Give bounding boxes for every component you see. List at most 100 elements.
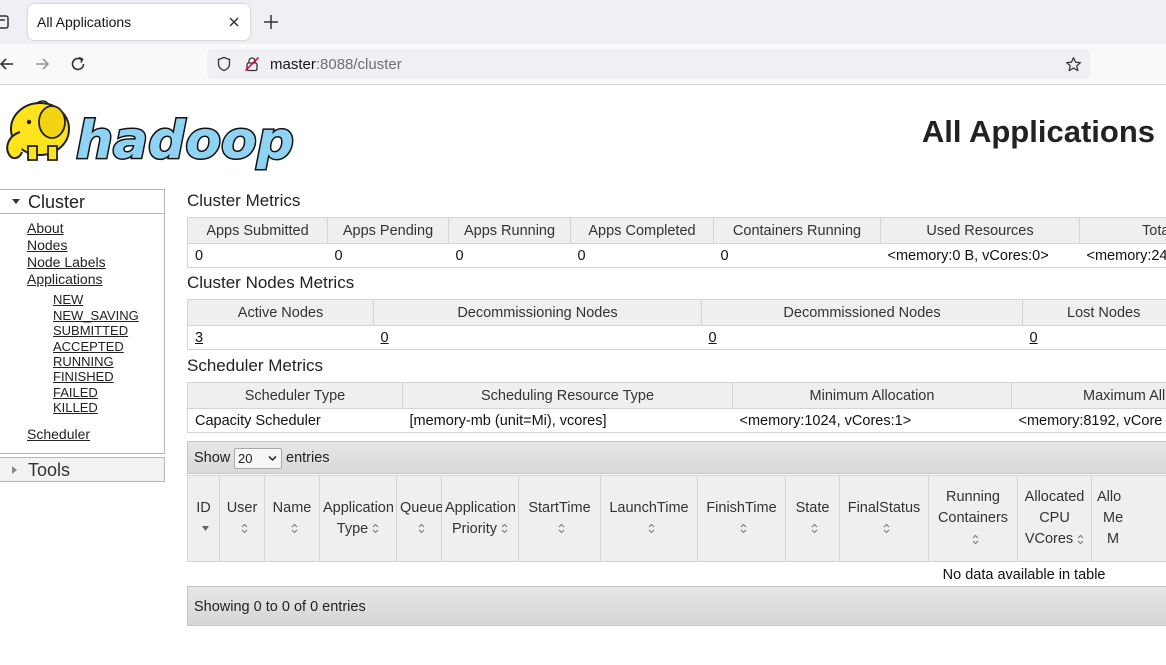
col-start-time[interactable]: StartTime: [518, 475, 601, 562]
col-name[interactable]: Name: [264, 475, 320, 562]
col-lost-nodes[interactable]: Lost Nodes: [1022, 299, 1166, 326]
browser-tab-active[interactable]: All Applications: [28, 4, 250, 40]
apps-table-toolbar: Show 20 entries: [187, 441, 1166, 474]
insecure-lock-icon[interactable]: [244, 56, 260, 72]
url-text[interactable]: master:8088/cluster: [270, 56, 402, 73]
table-header-row: Scheduler Type Scheduling Resource Type …: [187, 382, 1166, 409]
bookmark-star-icon[interactable]: [1065, 56, 1082, 73]
back-arrow-icon[interactable]: [0, 55, 16, 73]
sort-icon: [1077, 534, 1084, 544]
col-queue-label: Queue: [400, 499, 444, 516]
decommissioned-nodes-link[interactable]: 0: [709, 330, 717, 346]
decommissioning-nodes-link[interactable]: 0: [381, 330, 389, 346]
col-apps-completed[interactable]: Apps Completed: [570, 217, 714, 244]
shield-icon[interactable]: [216, 56, 232, 72]
sidebar-link-state-running[interactable]: RUNNING: [53, 354, 114, 369]
col-application-type-line1: Application: [323, 499, 394, 516]
scheduler-metrics-title: Scheduler Metrics: [187, 356, 324, 375]
col-running-containers[interactable]: Running Containers: [928, 475, 1018, 562]
col-scheduling-resource-type[interactable]: Scheduling Resource Type: [402, 382, 733, 409]
col-id[interactable]: ID: [187, 475, 220, 562]
col-state-label: State: [795, 499, 830, 516]
col-launch-time[interactable]: LaunchTime: [600, 475, 698, 562]
cell-apps-completed: 0: [570, 243, 714, 268]
cluster-metrics-title: Cluster Metrics: [187, 191, 301, 210]
col-active-nodes[interactable]: Active Nodes: [187, 299, 374, 326]
col-apps-submitted[interactable]: Apps Submitted: [187, 217, 328, 244]
page-title: All Applications: [921, 114, 1155, 149]
sort-icon: [740, 523, 747, 534]
sidebar-link-applications[interactable]: Applications: [27, 271, 103, 287]
col-maximum-allocation[interactable]: Maximum All: [1011, 382, 1166, 409]
close-icon[interactable]: [227, 15, 241, 29]
browser-tab-bar: All Applications: [0, 0, 1166, 44]
active-nodes-link[interactable]: 3: [195, 330, 203, 346]
triangle-right-icon: [12, 466, 17, 474]
cell-maximum-allocation: <memory:8192, vCore: [1011, 408, 1166, 433]
col-decommissioned-nodes[interactable]: Decommissioned Nodes: [701, 299, 1023, 326]
tab-list-icon[interactable]: [0, 14, 10, 30]
apps-table-footer: Showing 0 to 0 of 0 entries: [187, 586, 1166, 626]
plus-icon[interactable]: [262, 13, 280, 31]
empty-table-message: No data available in table: [942, 566, 1106, 583]
url-bar[interactable]: master:8088/cluster: [207, 49, 1090, 79]
sidebar-cluster-section: Cluster About Nodes Node Labels Applicat…: [0, 189, 165, 454]
sidebar-link-node-labels[interactable]: Node Labels: [27, 254, 106, 270]
sort-icon: [558, 523, 565, 534]
sidebar-tools-section[interactable]: Tools: [0, 457, 165, 482]
sidebar-link-state-new-saving[interactable]: NEW_SAVING: [53, 308, 139, 323]
col-queue[interactable]: Queue: [396, 475, 444, 562]
col-decommissioning-nodes[interactable]: Decommissioning Nodes: [373, 299, 702, 326]
col-containers-running[interactable]: Containers Running: [713, 217, 881, 244]
lost-nodes-link[interactable]: 0: [1030, 330, 1038, 346]
sidebar-link-state-new[interactable]: NEW: [53, 292, 83, 307]
col-user[interactable]: User: [219, 475, 265, 562]
sidebar-link-state-finished[interactable]: FINISHED: [53, 369, 114, 384]
forward-arrow-icon[interactable]: [33, 55, 51, 73]
sidebar-link-scheduler[interactable]: Scheduler: [27, 426, 90, 442]
sidebar-link-state-submitted[interactable]: SUBMITTED: [53, 323, 128, 338]
reload-icon[interactable]: [69, 55, 87, 73]
col-total-resources[interactable]: Total: [1079, 217, 1166, 244]
col-finish-time[interactable]: FinishTime: [697, 475, 786, 562]
col-state[interactable]: State: [785, 475, 840, 562]
cluster-metrics-table: Apps Submitted Apps Pending Apps Running…: [187, 217, 1166, 268]
table-row: No data available in table: [187, 561, 1166, 588]
col-application-priority-line2: Priority: [451, 520, 498, 537]
col-running-containers-line1: Running: [945, 489, 1000, 505]
cell-scheduling-resource-type: [memory-mb (unit=Mi), vcores]: [402, 408, 733, 433]
sidebar-tools-header[interactable]: Tools: [0, 458, 164, 482]
col-apps-pending[interactable]: Apps Pending: [327, 217, 449, 244]
cell-decommissioning-nodes: 0: [373, 325, 702, 350]
sort-icon: [883, 523, 889, 534]
hadoop-logo[interactable]: hadoop: [0, 92, 300, 172]
col-final-status[interactable]: FinalStatus: [839, 475, 929, 562]
cluster-nodes-metrics-table: Active Nodes Decommissioning Nodes Decom…: [187, 299, 1166, 350]
col-scheduler-type[interactable]: Scheduler Type: [187, 382, 403, 409]
sidebar-link-about[interactable]: About: [27, 220, 64, 236]
col-application-priority[interactable]: Application Priority: [441, 475, 519, 562]
cell-total-resources: <memory:24: [1079, 243, 1166, 268]
col-allocated-memory[interactable]: Allo Me M: [1091, 475, 1166, 562]
sort-icon: [648, 523, 654, 534]
sidebar-cluster-header[interactable]: Cluster: [0, 190, 164, 214]
page-size-select[interactable]: 20: [234, 448, 282, 469]
table-row: 3 0 0 0: [187, 325, 1166, 350]
col-launch-time-label: LaunchTime: [609, 499, 689, 516]
col-application-priority-line1: Application: [445, 499, 516, 516]
sidebar-link-nodes[interactable]: Nodes: [27, 237, 67, 253]
col-allocated-cpu-vcores[interactable]: Allocated CPU VCores: [1017, 475, 1092, 562]
sidebar-link-state-failed[interactable]: FAILED: [53, 385, 98, 400]
cell-scheduler-type: Capacity Scheduler: [187, 408, 403, 433]
cell-apps-submitted: 0: [187, 243, 328, 268]
cell-active-nodes: 3: [187, 325, 374, 350]
sort-icon: [972, 534, 978, 544]
col-apps-running[interactable]: Apps Running: [448, 217, 571, 244]
col-application-type[interactable]: Application Type: [319, 475, 397, 562]
sidebar-link-state-killed[interactable]: KILLED: [53, 400, 98, 415]
col-minimum-allocation[interactable]: Minimum Allocation: [732, 382, 1012, 409]
col-used-resources[interactable]: Used Resources: [880, 217, 1080, 244]
cluster-nodes-metrics-title: Cluster Nodes Metrics: [187, 273, 355, 292]
sidebar-link-state-accepted[interactable]: ACCEPTED: [53, 339, 124, 354]
cell-minimum-allocation: <memory:1024, vCores:1>: [732, 408, 1012, 433]
